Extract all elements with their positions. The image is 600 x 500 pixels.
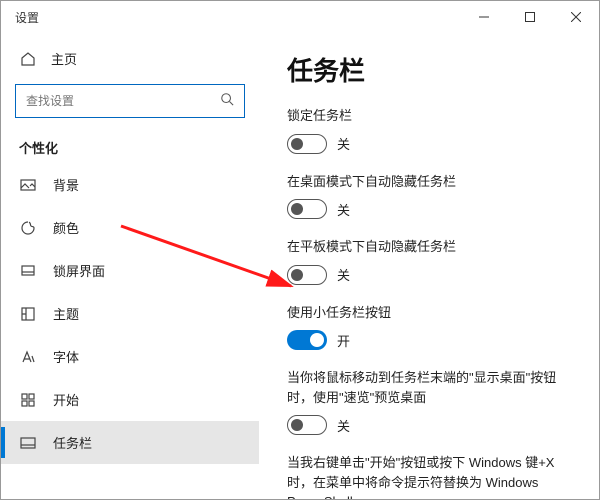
sidebar-item-label: 任务栏 <box>53 433 92 452</box>
toggle-state: 关 <box>337 265 350 284</box>
sidebar-item-fonts[interactable]: 字体 <box>1 335 259 378</box>
search-icon <box>220 92 234 111</box>
toggle-state: 关 <box>337 134 350 153</box>
sidebar-item-label: 背景 <box>53 175 79 194</box>
theme-icon <box>19 305 37 323</box>
sidebar-item-start[interactable]: 开始 <box>1 378 259 421</box>
page-title: 任务栏 <box>287 51 571 88</box>
toggle-state: 关 <box>337 200 350 219</box>
sidebar-item-home[interactable]: 主页 <box>1 41 259 76</box>
maximize-button[interactable] <box>507 1 553 33</box>
sidebar-item-background[interactable]: 背景 <box>1 163 259 206</box>
toggle-state: 开 <box>337 331 350 350</box>
toggle-autohide-desktop[interactable] <box>287 199 327 219</box>
sidebar-item-colors[interactable]: 颜色 <box>1 206 259 249</box>
toggle-state: 关 <box>337 416 350 435</box>
home-label: 主页 <box>51 49 77 68</box>
taskbar-icon <box>19 434 37 452</box>
sidebar-item-taskbar[interactable]: 任务栏 <box>1 421 259 464</box>
sidebar-item-label: 开始 <box>53 390 79 409</box>
toggle-peek-desktop[interactable] <box>287 415 327 435</box>
search-box[interactable] <box>15 84 245 118</box>
section-title: 个性化 <box>1 128 259 163</box>
setting-label: 当我右键单击"开始"按钮或按下 Windows 键+X 时，在菜单中将命令提示符… <box>287 453 571 499</box>
setting-label: 锁定任务栏 <box>287 106 571 126</box>
picture-icon <box>19 176 37 194</box>
search-input[interactable] <box>26 94 220 108</box>
setting-label: 在平板模式下自动隐藏任务栏 <box>287 237 571 257</box>
setting-label: 使用小任务栏按钮 <box>287 303 571 323</box>
sidebar-item-lockscreen[interactable]: 锁屏界面 <box>1 249 259 292</box>
sidebar-item-label: 锁屏界面 <box>53 261 105 280</box>
sidebar-item-label: 颜色 <box>53 218 79 237</box>
lockscreen-icon <box>19 262 37 280</box>
home-icon <box>19 50 37 68</box>
setting-label: 在桌面模式下自动隐藏任务栏 <box>287 172 571 192</box>
font-icon <box>19 348 37 366</box>
setting-label: 当你将鼠标移动到任务栏末端的"显示桌面"按钮时，使用"速览"预览桌面 <box>287 368 571 407</box>
minimize-button[interactable] <box>461 1 507 33</box>
close-button[interactable] <box>553 1 599 33</box>
sidebar-item-themes[interactable]: 主题 <box>1 292 259 335</box>
start-icon <box>19 391 37 409</box>
toggle-lock-taskbar[interactable] <box>287 134 327 154</box>
palette-icon <box>19 219 37 237</box>
window-title: 设置 <box>15 9 461 26</box>
sidebar-item-label: 主题 <box>53 304 79 323</box>
toggle-autohide-tablet[interactable] <box>287 265 327 285</box>
sidebar-item-label: 字体 <box>53 347 79 366</box>
toggle-small-buttons[interactable] <box>287 330 327 350</box>
